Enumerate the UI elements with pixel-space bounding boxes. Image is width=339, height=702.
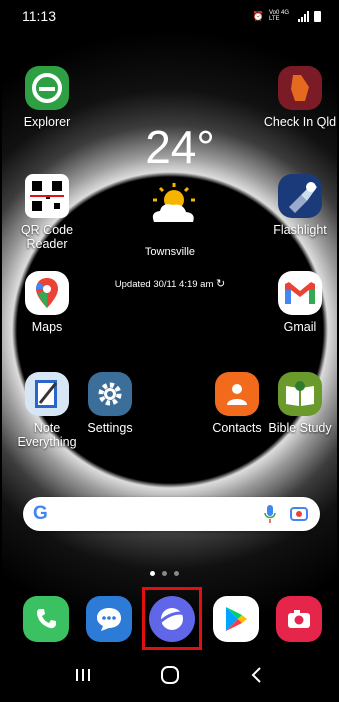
app-flashlight[interactable]: Flashlight: [260, 174, 339, 237]
notepad-icon: [25, 372, 69, 416]
battery-icon: [314, 10, 321, 22]
camera-icon: [276, 596, 322, 642]
app-label: Settings: [87, 421, 133, 435]
home-icon[interactable]: [160, 665, 180, 690]
page-dot[interactable]: [174, 571, 179, 576]
check-in-qld-icon: [278, 66, 322, 110]
mic-icon[interactable]: [264, 504, 276, 529]
app-explorer[interactable]: Explorer: [7, 66, 87, 129]
page-dot[interactable]: [150, 571, 155, 576]
status-bar: 11:13 ⏰ Vo0 4G LTE: [22, 6, 321, 26]
weather-updated-text: Updated 30/11 4:19 am: [114, 279, 214, 290]
alarm-icon: ⏰: [252, 10, 264, 21]
app-label: QR Code Reader: [20, 223, 74, 251]
app-qr-code-reader[interactable]: QR Code Reader: [7, 174, 87, 251]
back-icon[interactable]: [249, 666, 265, 689]
network-text: Vo0 4G LTE: [269, 10, 290, 22]
explorer-icon: [25, 66, 69, 110]
play-store-icon: [213, 596, 259, 642]
bible-icon: [278, 372, 322, 416]
signal-icon: [298, 10, 309, 22]
navigation-bar: [0, 652, 339, 702]
weather-updated[interactable]: Updated 30/11 4:19 am ↻: [90, 277, 250, 290]
recents-icon[interactable]: [74, 667, 92, 688]
app-label: Gmail: [283, 320, 317, 334]
app-label: Flashlight: [273, 223, 327, 237]
status-icons: ⏰ Vo0 4G LTE: [253, 10, 321, 22]
google-search-bar[interactable]: G: [23, 497, 320, 531]
app-bible-study[interactable]: Bible Study: [260, 372, 339, 435]
app-label: Bible Study: [268, 421, 332, 435]
gmail-icon: [278, 271, 322, 315]
messages-icon: [86, 596, 132, 642]
refresh-icon[interactable]: ↻: [216, 278, 225, 290]
dock-camera[interactable]: [259, 596, 339, 647]
partly-cloudy-icon[interactable]: [148, 182, 198, 233]
page-dot[interactable]: [162, 571, 167, 576]
app-gmail[interactable]: Gmail: [260, 271, 339, 334]
app-maps[interactable]: Maps: [7, 271, 87, 334]
maps-icon: [25, 271, 69, 315]
app-label: Maps: [31, 320, 63, 334]
gear-icon: [88, 372, 132, 416]
app-label: Check In Qld: [263, 115, 337, 129]
clock: 11:13: [22, 8, 56, 24]
contacts-icon: [215, 372, 259, 416]
weather-temperature[interactable]: 24°: [140, 120, 220, 174]
weather-city[interactable]: Townsville: [110, 246, 230, 258]
phone-icon: [23, 596, 69, 642]
highlight-box: [142, 587, 202, 650]
flashlight-icon: [278, 174, 322, 218]
google-logo-icon: G: [33, 503, 48, 524]
qr-code-icon: [25, 174, 69, 218]
lens-icon[interactable]: [290, 505, 308, 528]
app-settings[interactable]: Settings: [70, 372, 150, 435]
page-indicator[interactable]: [150, 571, 179, 576]
app-check-in-qld[interactable]: Check In Qld: [260, 66, 339, 129]
app-label: Explorer: [23, 115, 71, 129]
